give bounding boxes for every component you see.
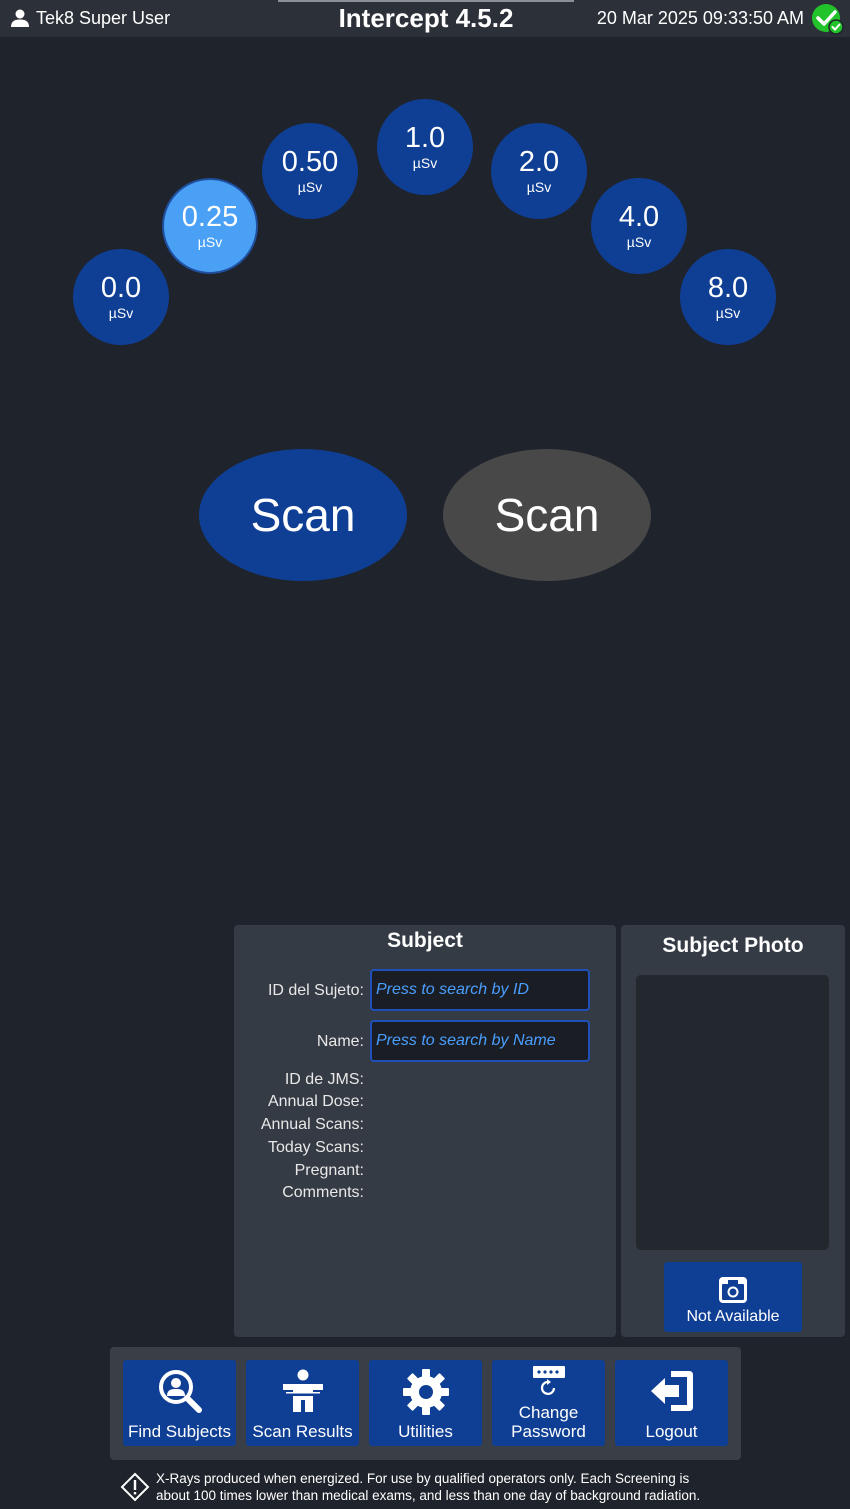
radiation-warning: X-Rays produced when energized. For use … [120,1470,740,1506]
subject-name-label: Name: [316,1033,364,1050]
warning-line-1: X-Rays produced when energized. For use … [156,1471,690,1486]
dose-unit: µSv [197,234,223,250]
annual-scans-label: Annual Scans: [260,1116,364,1133]
status-ok-icon [812,4,844,35]
dose-option-0-50[interactable]: 0.50 µSv [262,123,358,219]
subject-id-label: ID del Sujeto: [267,982,364,999]
logout-label: Logout [645,1422,698,1441]
logout-button[interactable]: Logout [615,1360,728,1446]
dose-unit: µSv [526,179,552,195]
current-user[interactable]: Tek8 Super User [10,6,170,30]
scan-button-disabled[interactable]: Scan [443,449,651,581]
subject-name-search-field[interactable]: Press to search by Name [370,1020,590,1062]
password-refresh-icon [532,1366,565,1395]
change-password-label-line2: Password [511,1422,586,1441]
today-scans-label: Today Scans: [267,1139,364,1156]
warning-icon [120,1472,150,1502]
pregnant-label: Pregnant: [294,1162,364,1179]
dose-option-4-0[interactable]: 4.0 µSv [591,178,687,274]
dose-value: 8.0 [707,272,749,304]
dose-option-2-0[interactable]: 2.0 µSv [491,123,587,219]
dose-value: 2.0 [518,146,560,178]
dose-value: 0.50 [281,146,339,178]
find-subjects-button[interactable]: Find Subjects [123,1360,236,1446]
subject-photo-placeholder [636,975,829,1250]
warning-text: X-Rays produced when energized. For use … [156,1470,700,1504]
dose-unit: µSv [297,179,323,195]
scan-results-button[interactable]: Scan Results [246,1360,359,1446]
take-photo-button[interactable]: Not Available [664,1262,802,1332]
search-person-icon [158,1370,202,1413]
camera-icon [719,1277,747,1303]
dose-option-1-0[interactable]: 1.0 µSv [377,99,473,195]
subject-id-search-field[interactable]: Press to search by ID [370,969,590,1011]
dose-unit: µSv [412,155,438,171]
subject-panel-title: Subject [387,929,463,952]
dose-unit: µSv [108,305,134,321]
dose-value: 0.0 [100,272,142,304]
subject-panel: Subject ID del Sujeto: Press to search b… [234,925,616,1337]
utilities-button[interactable]: Utilities [369,1360,482,1446]
comments-label: Comments: [282,1184,364,1201]
dose-unit: µSv [626,234,652,250]
title-tab-indicator [278,0,574,2]
scan-button[interactable]: Scan [199,449,407,581]
dose-option-0-25[interactable]: 0.25 µSv [162,178,258,274]
top-bar: Tek8 Super User Intercept 4.5.2 20 Mar 2… [0,0,850,37]
gear-icon [402,1369,449,1415]
datetime: 20 Mar 2025 09:33:50 AM [596,8,804,28]
logout-icon [650,1371,693,1411]
dose-value: 1.0 [404,122,446,154]
change-password-label-line1: Change [518,1403,579,1422]
find-subjects-label: Find Subjects [128,1422,231,1441]
utilities-label: Utilities [398,1422,453,1441]
warning-line-2: about 100 times lower than medical exams… [156,1488,701,1503]
subject-photo-title: Subject Photo [662,934,804,957]
app-title: Intercept 4.5.2 [338,3,514,33]
take-photo-label: Not Available [686,1308,780,1325]
dose-value: 4.0 [618,201,660,233]
dose-option-0-0[interactable]: 0.0 µSv [73,249,169,345]
subject-photo-panel: Subject Photo Not Available [621,925,845,1337]
user-icon [11,9,29,27]
user-name: Tek8 Super User [36,7,171,28]
scan-results-label: Scan Results [252,1422,353,1441]
body-scan-icon [280,1369,325,1412]
jms-id-label: ID de JMS: [284,1071,364,1088]
dose-option-8-0[interactable]: 8.0 µSv [680,249,776,345]
dose-value: 0.25 [181,201,239,233]
bottom-toolbar: Find Subjects Scan Results Utilities Cha… [110,1347,741,1460]
annual-dose-label: Annual Dose: [267,1093,364,1110]
change-password-button[interactable]: Change Password [492,1360,605,1446]
dose-unit: µSv [715,305,741,321]
